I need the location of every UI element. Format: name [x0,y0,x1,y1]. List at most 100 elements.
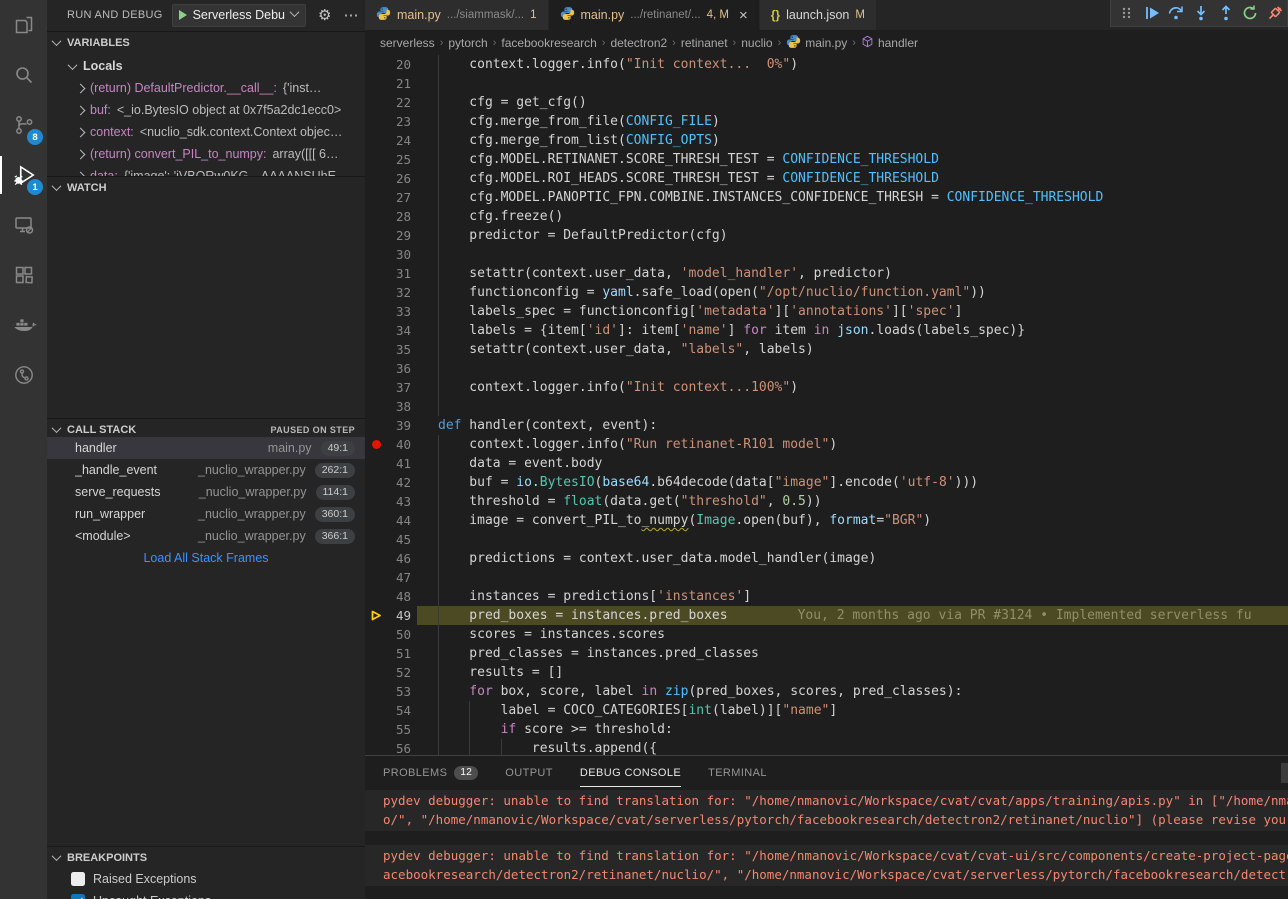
console-message-block[interactable]: pydev debugger: unable to find translati… [365,790,1288,831]
code-line[interactable]: 31setattr(context.user_data, 'model_hand… [365,264,1288,283]
code-line[interactable]: 28cfg.freeze() [365,207,1288,226]
more-actions-icon[interactable]: ⋯ [343,8,358,23]
branch-circle-icon[interactable] [0,350,47,400]
code-line[interactable]: 37context.logger.info("Init context...10… [365,378,1288,397]
variable-row[interactable]: data:{'image': 'iVBORw0KG…AAAANSUhE… [47,165,365,176]
explorer-icon[interactable] [0,0,47,50]
stack-frame-row[interactable]: _handle_event_nuclio_wrapper.py262:1 [47,459,365,481]
code-line[interactable]: 43threshold = float(data.get("threshold"… [365,492,1288,511]
breadcrumb-item[interactable]: facebookresearch [501,36,596,50]
stack-frame-row[interactable]: serve_requests_nuclio_wrapper.py114:1 [47,481,365,503]
breadcrumb-separator: › [493,37,497,49]
variable-name: data: [90,169,118,176]
stack-frame-row[interactable]: handlermain.py49:1 [47,437,365,459]
code-line[interactable]: 44image = convert_PIL_to_numpy(Image.ope… [365,511,1288,530]
step-into-button[interactable] [1189,1,1214,26]
code-line[interactable]: 55if score >= threshold: [365,720,1288,739]
variable-row[interactable]: context:<nuclio_sdk.context.Context obje… [47,121,365,143]
drag-handle-icon[interactable] [1115,1,1140,26]
load-all-stack-frames-link[interactable]: Load All Stack Frames [47,547,365,569]
code-line[interactable]: 29predictor = DefaultPredictor(cfg) [365,226,1288,245]
code-line[interactable]: 39def handler(context, event): [365,416,1288,435]
breadcrumb-item[interactable]: handler [861,35,918,51]
breadcrumb-item[interactable]: main.py [786,34,847,52]
remote-explorer-icon[interactable] [0,200,47,250]
variable-row[interactable]: (return) convert_PIL_to_numpy:array([[[ … [47,143,365,165]
code-line[interactable]: 30 [365,245,1288,264]
run-and-debug-icon[interactable]: 1 [0,150,47,200]
breadcrumb-item[interactable]: retinanet [681,36,728,50]
step-over-button[interactable] [1164,1,1189,26]
breadcrumb-item[interactable]: detectron2 [610,36,667,50]
code-line[interactable]: 51pred_classes = instances.pred_classes [365,644,1288,663]
variables-section-header[interactable]: VARIABLES [47,31,365,53]
breadcrumb-item[interactable]: pytorch [448,36,487,50]
code-line[interactable]: 56results.append({ [365,739,1288,755]
code-line[interactable]: 32functionconfig = yaml.safe_load(open("… [365,283,1288,302]
editor-tab[interactable]: main.py.../retinanet/...4, M× [549,0,760,30]
docker-icon[interactable] [0,300,47,350]
code-line[interactable]: 47 [365,568,1288,587]
code-line[interactable]: 52results = [] [365,663,1288,682]
stack-frame-row[interactable]: run_wrapper_nuclio_wrapper.py360:1 [47,503,365,525]
code-line[interactable]: 23cfg.merge_from_file(CONFIG_FILE) [365,112,1288,131]
variable-row[interactable]: buf:<_io.BytesIO object at 0x7f5a2dc1ecc… [47,99,365,121]
code-line[interactable]: 50scores = instances.scores [365,625,1288,644]
disconnect-button[interactable] [1262,1,1287,26]
panel-tab-terminal[interactable]: TERMINAL [708,756,767,789]
code-line[interactable]: 40context.logger.info("Run retinanet-R10… [365,435,1288,454]
code-line[interactable]: 33labels_spec = functionconfig['metadata… [365,302,1288,321]
gear-icon[interactable]: ⚙ [318,8,331,23]
panel-tab-output[interactable]: OUTPUT [505,756,553,789]
method-symbol-icon [861,35,874,51]
debug-config-dropdown[interactable]: Serverless Debu [172,4,306,27]
watch-section-header[interactable]: WATCH [47,176,365,198]
checkbox-unchecked[interactable] [71,872,85,886]
code-line[interactable]: 46predictions = context.user_data.model_… [365,549,1288,568]
breadcrumb-item[interactable]: nuclio [741,36,772,50]
code-line[interactable]: 24cfg.merge_from_list(CONFIG_OPTS) [365,131,1288,150]
chevron-right-icon [76,105,86,115]
console-filter-input[interactable] [1281,763,1288,783]
breadcrumb-item[interactable]: serverless [380,36,435,50]
code-line[interactable]: 38 [365,397,1288,416]
breakpoints-section-header[interactable]: BREAKPOINTS [47,846,365,868]
code-editor[interactable]: 20context.logger.info("Init context... 0… [365,55,1288,755]
debug-console-output[interactable]: pydev debugger: unable to find translati… [365,789,1288,899]
code-line[interactable]: 35setattr(context.user_data, "labels", l… [365,340,1288,359]
code-line[interactable]: 54label = COCO_CATEGORIES[int(label)]["n… [365,701,1288,720]
code-line[interactable]: 42buf = io.BytesIO(base64.b64decode(data… [365,473,1288,492]
code-line[interactable]: 22cfg = get_cfg() [365,93,1288,112]
code-line[interactable]: 41data = event.body [365,454,1288,473]
source-control-icon[interactable]: 8 [0,100,47,150]
code-line[interactable]: 45 [365,530,1288,549]
close-icon[interactable]: × [739,7,748,24]
editor-tab[interactable]: main.py.../siammask/...1 [365,0,549,30]
extensions-icon[interactable] [0,250,47,300]
checkbox-checked[interactable] [71,894,85,899]
restart-button[interactable] [1238,1,1263,26]
console-message-block[interactable]: pydev debugger: unable to find translati… [365,845,1288,886]
code-line[interactable]: 26cfg.MODEL.ROI_HEADS.SCORE_THRESH_TEST … [365,169,1288,188]
variables-scope-locals[interactable]: Locals [47,55,365,77]
code-line[interactable]: 53for box, score, label in zip(pred_boxe… [365,682,1288,701]
code-line[interactable]: 21 [365,74,1288,93]
variable-row[interactable]: (return) DefaultPredictor.__call__:{'ins… [47,77,365,99]
stack-frame-row[interactable]: <module>_nuclio_wrapper.py366:1 [47,525,365,547]
panel-tab-debug-console[interactable]: DEBUG CONSOLE [580,756,681,789]
step-out-button[interactable] [1213,1,1238,26]
breakpoint-row[interactable]: Raised Exceptions [47,868,365,890]
continue-button[interactable] [1140,1,1165,26]
code-line[interactable]: 25cfg.MODEL.RETINANET.SCORE_THRESH_TEST … [365,150,1288,169]
panel-tab-problems[interactable]: PROBLEMS12 [383,756,478,789]
editor-tab[interactable]: {}launch.jsonM [760,0,877,30]
code-line[interactable]: 34labels = {item['id']: item['name'] for… [365,321,1288,340]
search-icon[interactable] [0,50,47,100]
start-debug-icon[interactable] [179,10,187,20]
code-line[interactable]: 48instances = predictions['instances'] [365,587,1288,606]
code-line[interactable]: 27cfg.MODEL.PANOPTIC_FPN.COMBINE.INSTANC… [365,188,1288,207]
code-line[interactable]: 36 [365,359,1288,378]
breakpoint-row[interactable]: Uncaught Exceptions [47,890,365,899]
current-execution-line[interactable]: 49pred_boxes = instances.pred_boxesYou, … [365,606,1288,625]
code-line[interactable]: 20context.logger.info("Init context... 0… [365,55,1288,74]
